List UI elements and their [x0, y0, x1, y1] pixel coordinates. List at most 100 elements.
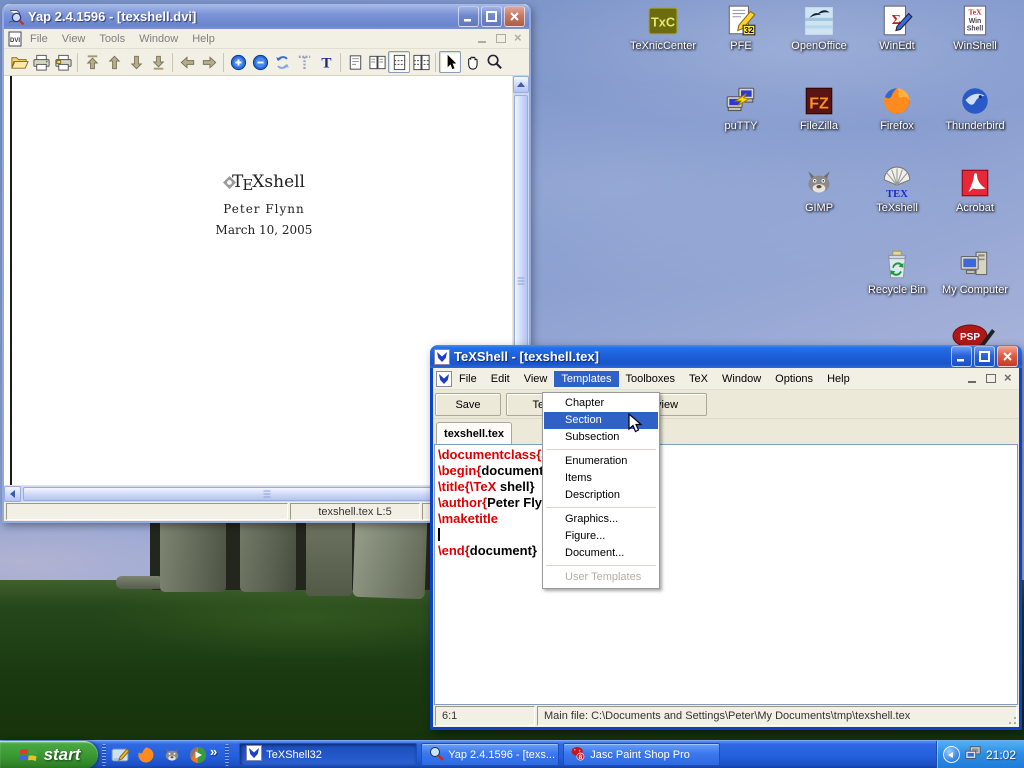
acrobat-icon [958, 166, 992, 200]
zoom-in-icon[interactable] [227, 51, 249, 73]
desktop-icon-gimp[interactable]: GIMP [780, 166, 858, 214]
desktop-icon-filezilla[interactable]: FZFileZilla [780, 84, 858, 132]
yap-mdi-close-icon[interactable] [512, 32, 526, 45]
hand-tool-icon[interactable] [461, 51, 483, 73]
desktop-icon-label: My Computer [936, 284, 1014, 296]
open-file-icon[interactable] [8, 51, 30, 73]
texshell-menu-templates[interactable]: Templates [554, 371, 618, 387]
tray-collapse-button[interactable] [943, 746, 960, 763]
show-desktop-icon[interactable] [110, 745, 130, 765]
yap-menu-file[interactable]: File [23, 31, 55, 47]
yap-minimize-button[interactable] [458, 6, 479, 27]
desktop-icon-winedt[interactable]: ΣWinEdt [858, 4, 936, 52]
back-icon[interactable] [176, 51, 198, 73]
scroll-up-button[interactable] [513, 76, 529, 93]
templates-menu-item-graphics[interactable]: Graphics... [544, 511, 658, 528]
yap-menu-tools[interactable]: Tools [92, 31, 132, 47]
tab-texshell-tex[interactable]: texshell.tex [436, 422, 512, 444]
ruler-icon[interactable] [293, 51, 315, 73]
texshell-mdi-minimize-icon[interactable] [966, 372, 980, 385]
scroll-left-button[interactable] [4, 486, 21, 502]
yap-menu-window[interactable]: Window [132, 31, 185, 47]
task-button-psp[interactable]: 8Jasc Paint Shop Pro [563, 743, 720, 766]
templates-menu-item-user-templates: User Templates [544, 569, 658, 586]
yap-titlebar[interactable]: Yap 2.4.1596 - [texshell.dvi] [4, 4, 529, 29]
print-range-icon[interactable] [52, 51, 74, 73]
texshell-minimize-button[interactable] [951, 346, 972, 367]
view-page-icon[interactable] [344, 51, 366, 73]
view-continuous-icon[interactable] [388, 51, 410, 73]
texshell-menu-file[interactable]: File [452, 371, 484, 387]
texshell-menu-toolboxes[interactable]: Toolboxes [619, 371, 683, 387]
quick-launch-overflow-chevron[interactable]: » [210, 744, 217, 759]
desktop-icon-acrobat[interactable]: Acrobat [936, 166, 1014, 214]
yap-title: Yap 2.4.1596 - [texshell.dvi] [28, 9, 458, 24]
texshell-maximize-button[interactable] [974, 346, 995, 367]
desktop-icon-pfe[interactable]: 32PFE [702, 4, 780, 52]
desktop-icon-mycomputer[interactable]: My Computer [936, 248, 1014, 296]
texshell-mdi-restore-icon[interactable] [984, 372, 998, 385]
desktop-icon-winshell[interactable]: TeXWinShellWinShell [936, 4, 1014, 52]
texshell-mdi-close-icon[interactable] [1002, 372, 1016, 385]
print-icon[interactable] [30, 51, 52, 73]
texshell-menu-view[interactable]: View [517, 371, 555, 387]
templates-menu-item-description[interactable]: Description [544, 487, 658, 504]
templates-menu-item-enumeration[interactable]: Enumeration [544, 453, 658, 470]
task-button-yap[interactable]: Yap 2.4.1596 - [texs... [421, 743, 559, 766]
texniccenter-icon: TxC [646, 4, 680, 38]
start-button[interactable]: start [0, 741, 98, 768]
first-page-icon[interactable] [81, 51, 103, 73]
desktop-icon-texshell-desktop[interactable]: TEXTeXshell [858, 166, 936, 214]
network-tray-icon[interactable] [964, 744, 982, 765]
texshell-menu-help[interactable]: Help [820, 371, 857, 387]
media-player-icon[interactable] [188, 745, 208, 765]
task-button-texshell[interactable]: TeXShell32 [239, 743, 417, 766]
desktop-icon-openoffice[interactable]: OpenOffice [780, 4, 858, 52]
zoom-out-icon[interactable] [249, 51, 271, 73]
texshell-menu-edit[interactable]: Edit [484, 371, 517, 387]
save-button[interactable]: Save [435, 393, 501, 416]
firefox-ql-icon[interactable] [136, 745, 156, 765]
templates-menu-item-section[interactable]: Section [544, 412, 658, 429]
texshell-menu-options[interactable]: Options [768, 371, 820, 387]
texshell-doc-icon [436, 371, 452, 387]
yap-mdi-restore-icon[interactable] [494, 32, 508, 45]
yap-mdi-minimize-icon[interactable] [476, 32, 490, 45]
desktop-icon-firefox[interactable]: Firefox [858, 84, 936, 132]
templates-menu-item-items[interactable]: Items [544, 470, 658, 487]
desktop-icon-texniccenter[interactable]: TxCTeXnicCenter [624, 4, 702, 52]
view-facing-icon[interactable] [366, 51, 388, 73]
desktop-icon-label: WinEdt [858, 40, 936, 52]
texshell-menu-window[interactable]: Window [715, 371, 768, 387]
desktop-icon-thunderbird[interactable]: Thunderbird [936, 84, 1014, 132]
magnifier-tool-icon[interactable] [483, 51, 505, 73]
templates-menu-item-subsection[interactable]: Subsection [544, 429, 658, 446]
forward-icon[interactable] [198, 51, 220, 73]
yap-menu-help[interactable]: Help [185, 31, 222, 47]
templates-menu-item-document[interactable]: Document... [544, 545, 658, 562]
recyclebin-icon [880, 248, 914, 282]
resize-grip[interactable] [1005, 713, 1018, 726]
yap-maximize-button[interactable] [481, 6, 502, 27]
firefox-icon [880, 84, 914, 118]
desktop-icon-recyclebin[interactable]: Recycle Bin [858, 248, 936, 296]
gimp-ql-icon[interactable] [162, 745, 182, 765]
texshell-close-button[interactable] [997, 346, 1018, 367]
page-up-icon[interactable] [103, 51, 125, 73]
desktop-icon-putty[interactable]: puTTY [702, 84, 780, 132]
task-button-label: Yap 2.4.1596 - [texs... [448, 749, 555, 761]
text-mode-icon[interactable]: T [315, 51, 337, 73]
templates-menu-item-chapter[interactable]: Chapter [544, 395, 658, 412]
last-page-icon[interactable] [147, 51, 169, 73]
page-down-icon[interactable] [125, 51, 147, 73]
yap-menu-view[interactable]: View [55, 31, 93, 47]
select-tool-icon[interactable] [439, 51, 461, 73]
texshell-titlebar[interactable]: TeXShell - [texshell.tex] [430, 345, 1022, 368]
redraw-icon[interactable] [271, 51, 293, 73]
view-continuous-facing-icon[interactable] [410, 51, 432, 73]
start-label: start [44, 745, 81, 765]
texshell-editor[interactable]: \documentclass{article}\begin{document}\… [434, 444, 1018, 705]
texshell-menu-tex[interactable]: TeX [682, 371, 715, 387]
templates-menu-item-figure[interactable]: Figure... [544, 528, 658, 545]
yap-close-button[interactable] [504, 6, 525, 27]
